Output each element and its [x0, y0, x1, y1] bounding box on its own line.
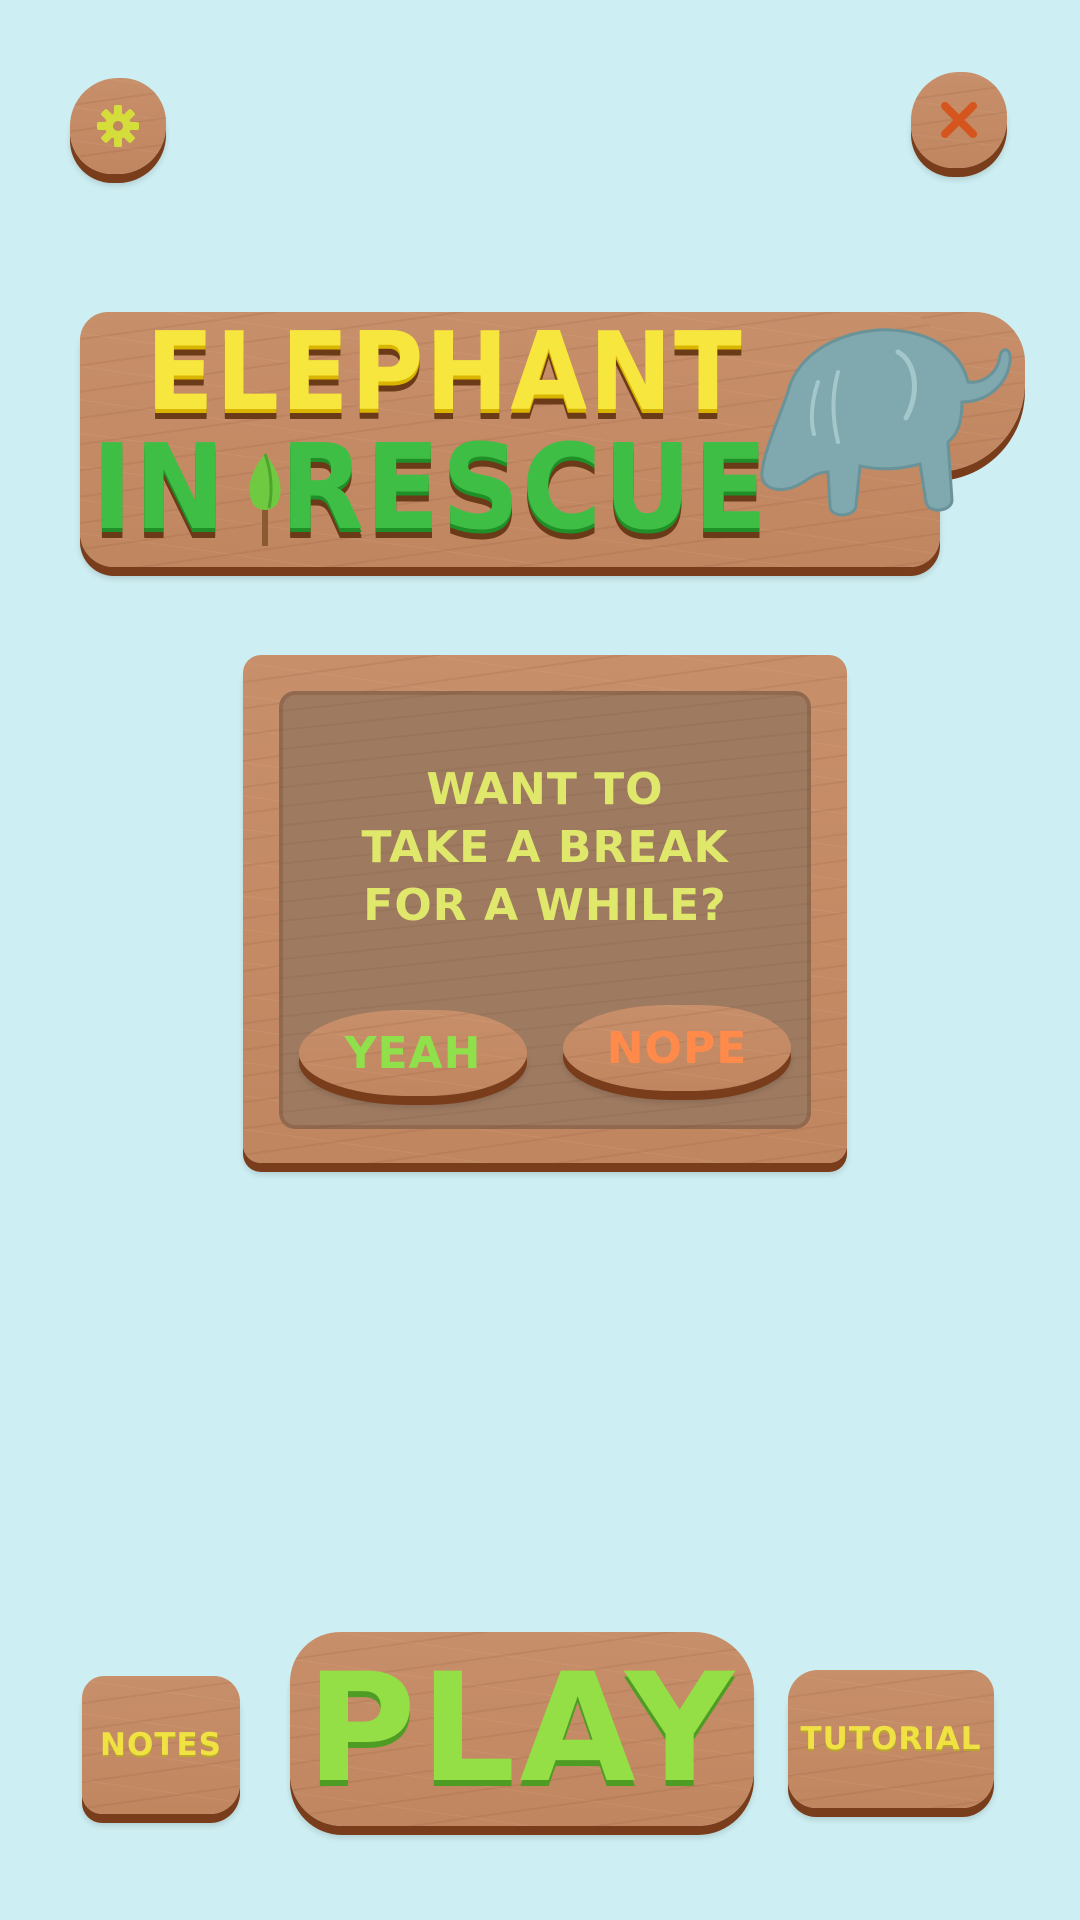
play-button-label: PLAY	[306, 1642, 738, 1816]
tutorial-button-label: TUTORIAL	[800, 1721, 982, 1757]
nope-button[interactable]: NOPE	[563, 1005, 791, 1091]
break-dialog: WANT TO TAKE A BREAK FOR A WHILE?	[243, 655, 847, 1163]
tutorial-button[interactable]: TUTORIAL	[788, 1670, 994, 1808]
logo-word-rescue: RESCUE	[280, 418, 770, 556]
settings-button[interactable]	[70, 78, 166, 174]
logo-word-in: IN	[92, 418, 227, 556]
notes-button[interactable]: NOTES	[82, 1676, 240, 1814]
game-logo: ELEPHANT IN RESCUE	[80, 300, 1025, 580]
play-button[interactable]: PLAY	[290, 1632, 754, 1826]
yeah-button-label: YEAH	[344, 1027, 482, 1079]
nope-button-label: NOPE	[606, 1022, 748, 1074]
notes-button-label: NOTES	[100, 1727, 222, 1763]
close-icon	[941, 102, 977, 138]
logo-title-line2: IN RESCUE	[92, 418, 769, 556]
gear-icon	[97, 105, 139, 147]
tree-icon	[249, 453, 281, 546]
yeah-button[interactable]: YEAH	[299, 1010, 527, 1096]
dialog-question: WANT TO TAKE A BREAK FOR A WHILE?	[361, 764, 729, 931]
logo-title-line1: ELEPHANT	[146, 310, 744, 435]
elephant-icon	[760, 328, 1012, 517]
close-button[interactable]	[911, 72, 1007, 168]
